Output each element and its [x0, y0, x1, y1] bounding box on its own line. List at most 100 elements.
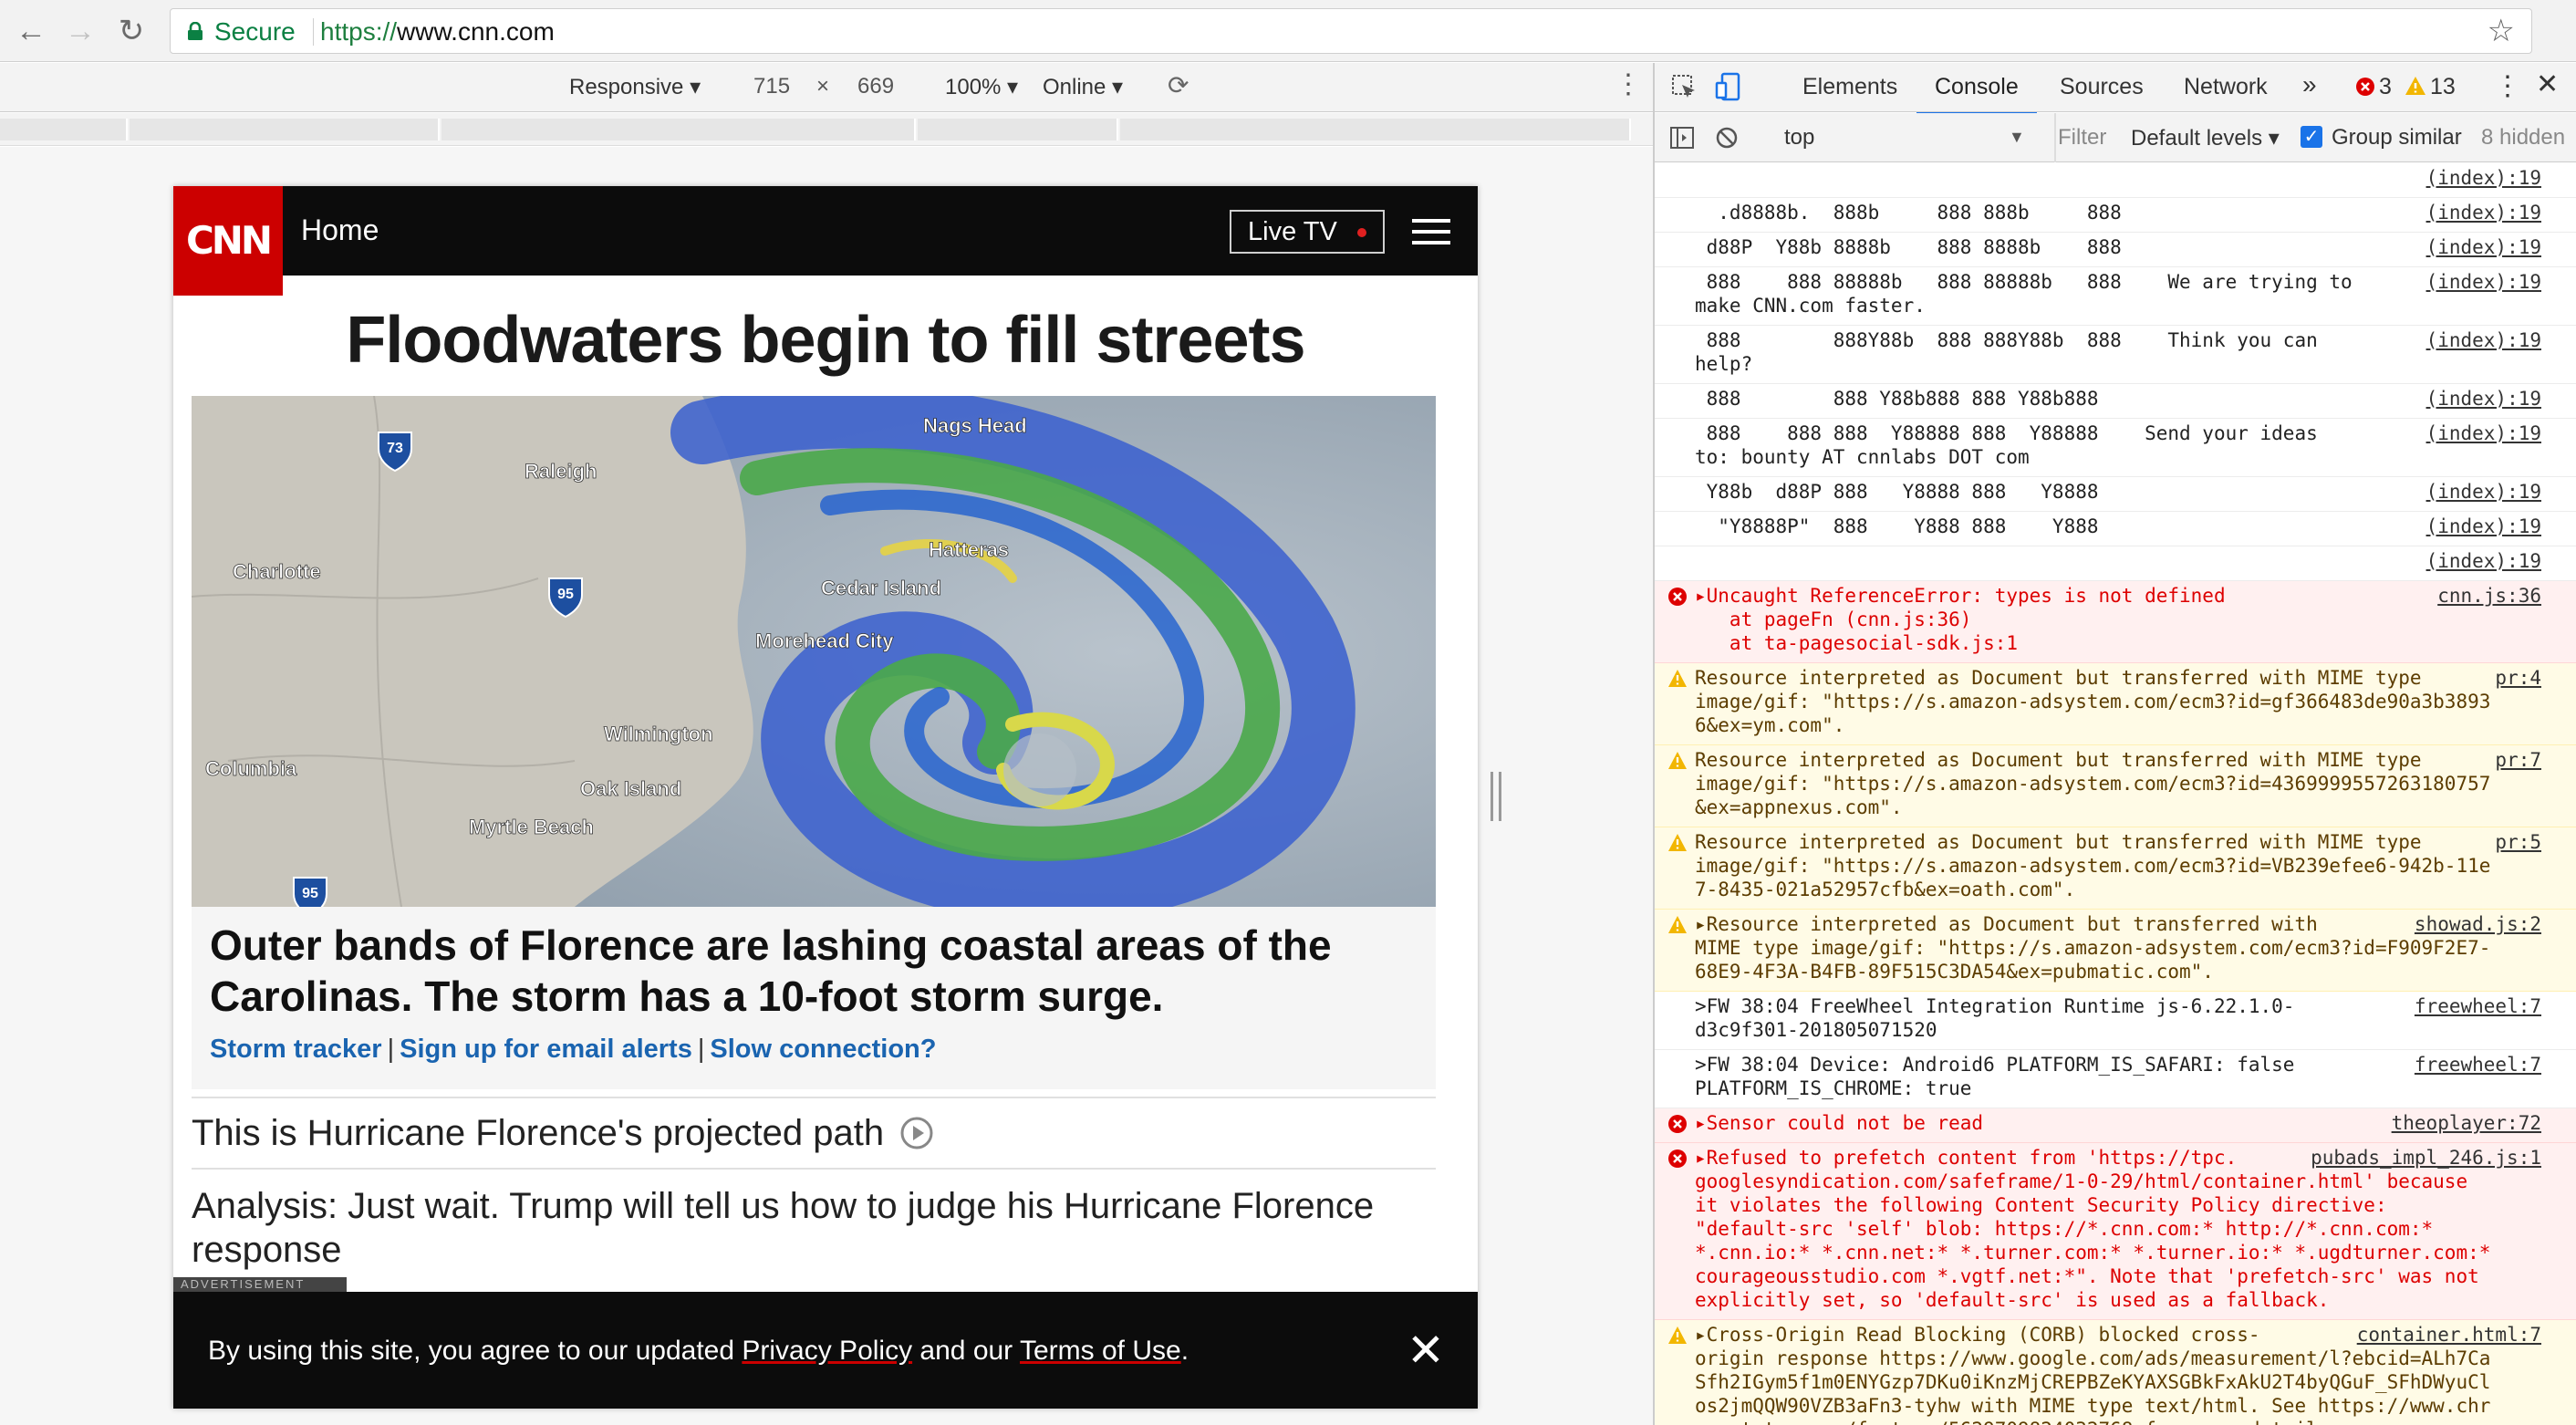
console-message[interactable]: Resource interpreted as Document but tra… [1655, 827, 2576, 910]
console-message[interactable]: d88P Y88b 8888b 888 8888b 888 (index):19 [1655, 233, 2576, 267]
reload-icon[interactable]: ↻ [111, 11, 151, 51]
console-message[interactable]: 888 888 Y88b888 888 Y88b888 (index):19 [1655, 384, 2576, 419]
map-label: Hatteras [929, 538, 1009, 561]
warning-count[interactable]: 13 [2430, 74, 2456, 100]
close-devtools-icon[interactable]: ✕ [2536, 68, 2559, 100]
console-message[interactable]: 888 888 88888b 888 88888b 888 We are try… [1655, 267, 2576, 326]
console-source-link[interactable]: (index):19 [2426, 515, 2541, 538]
console-message[interactable]: ▸Uncaught ReferenceError: types is not d… [1655, 581, 2576, 663]
console-source-link[interactable]: pr:4 [2495, 666, 2541, 690]
console-source-link[interactable]: cnn.js:36 [2437, 584, 2541, 608]
back-arrow-icon[interactable]: ← [11, 11, 51, 51]
console-message[interactable]: (index):19 [1655, 163, 2576, 198]
page-headline[interactable]: Floodwaters begin to fill streets [173, 303, 1478, 378]
console-message[interactable]: "Y8888P" 888 Y888 888 Y888 (index):19 [1655, 512, 2576, 546]
console-source-link[interactable]: container.html:7 [2357, 1323, 2541, 1347]
more-tabs-icon[interactable]: » [2302, 70, 2317, 99]
story-item[interactable]: Analysis: Just wait. Trump will tell us … [192, 1168, 1436, 1277]
console-source-link[interactable]: (index):19 [2426, 387, 2541, 411]
privacy-policy-link[interactable]: Privacy Policy [742, 1336, 912, 1366]
console-message-text: ▸Refused to prefetch content from 'https… [1695, 1147, 2491, 1311]
link-separator: | [387, 1035, 395, 1064]
hero-caption[interactable]: Outer bands of Florence are lashing coas… [210, 920, 1414, 1022]
rotate-icon[interactable]: ⟳ [1168, 70, 1189, 100]
console-source-link[interactable]: freewheel:7 [2415, 1053, 2541, 1077]
address-bar[interactable]: Secure https://www.cnn.com ☆ [170, 8, 2532, 54]
close-icon[interactable]: ✕ [1407, 1327, 1445, 1373]
console-source-link[interactable]: showad.js:2 [2415, 912, 2541, 936]
story-item[interactable]: This is Hurricane Florence's projected p… [192, 1097, 1436, 1168]
ruler-segment[interactable] [1120, 119, 1631, 140]
map-label: Cedar Island [821, 577, 941, 599]
tab-sources[interactable]: Sources [2060, 74, 2144, 100]
console-source-link[interactable]: pubads_impl_246.js:1 [2311, 1146, 2541, 1170]
device-select[interactable]: Responsive ▾ [569, 74, 701, 100]
console-source-link[interactable]: (index):19 [2426, 201, 2541, 224]
filter-input[interactable]: Filter [2058, 125, 2106, 151]
slow-connection-link[interactable]: Slow connection? [710, 1035, 936, 1064]
ruler-segment[interactable] [441, 119, 916, 140]
email-alerts-link[interactable]: Sign up for email alerts [400, 1035, 692, 1064]
media-query-ruler[interactable] [0, 113, 1653, 146]
storm-tracker-link[interactable]: Storm tracker [210, 1035, 382, 1064]
context-select[interactable]: top [1784, 125, 1814, 151]
ruler-segment[interactable] [0, 119, 128, 140]
console-source-link[interactable]: freewheel:7 [2415, 994, 2541, 1018]
console-source-link[interactable]: (index):19 [2426, 328, 2541, 352]
hidden-count: 8 hidden [2481, 125, 2566, 150]
devtools-menu-icon[interactable]: ⋮ [2494, 70, 2521, 102]
sidebar-toggle-icon[interactable] [1669, 126, 1695, 150]
zoom-select[interactable]: 100% ▾ [945, 74, 1018, 100]
live-tv-button[interactable]: Live TV [1230, 210, 1385, 254]
viewport-resize-handle[interactable] [1491, 772, 1501, 821]
console-message[interactable]: Y88b d88P 888 Y8888 888 Y8888 (index):19 [1655, 477, 2576, 512]
console-source-link[interactable]: (index):19 [2426, 270, 2541, 294]
console-source-link[interactable]: (index):19 [2426, 421, 2541, 445]
console-message[interactable]: ▸Resource interpreted as Document but tr… [1655, 910, 2576, 992]
device-toggle-icon[interactable] [1715, 72, 1742, 101]
url-text[interactable]: https://www.cnn.com [320, 17, 555, 47]
console-message[interactable]: >FW 38:04 Device: Android6 PLATFORM_IS_S… [1655, 1050, 2576, 1108]
console-source-link[interactable]: (index):19 [2426, 549, 2541, 573]
tab-console[interactable]: Console [1916, 74, 2037, 115]
error-count[interactable]: 3 [2379, 74, 2392, 100]
console-message[interactable]: (index):19 [1655, 546, 2576, 581]
forward-arrow-icon[interactable]: → [60, 11, 100, 51]
height-input[interactable]: 669 [857, 74, 894, 99]
width-input[interactable]: 715 [753, 74, 790, 99]
console-message[interactable]: 888 888Y88b 888 888Y88b 888 Think you ca… [1655, 326, 2576, 384]
group-similar-checkbox[interactable]: ✓ [2301, 126, 2322, 148]
hamburger-menu-icon[interactable] [1412, 219, 1450, 244]
clear-console-icon[interactable] [1715, 126, 1739, 150]
console-source-link[interactable]: pr:5 [2495, 830, 2541, 854]
warning-icon [1668, 916, 1687, 933]
tab-network[interactable]: Network [2184, 74, 2268, 100]
context-dropdown-icon[interactable]: ▼ [2009, 128, 2025, 147]
console-message[interactable]: Resource interpreted as Document but tra… [1655, 663, 2576, 745]
hurricane-radar-image[interactable]: Nags Head Raleigh Charlotte Hatteras Ced… [192, 396, 1436, 907]
console-message[interactable]: ▸Sensor could not be read theoplayer:72 [1655, 1108, 2576, 1143]
console-source-link[interactable]: theoplayer:72 [2392, 1111, 2541, 1135]
console-message[interactable]: Resource interpreted as Document but tra… [1655, 745, 2576, 827]
console-source-link[interactable]: (index):19 [2426, 480, 2541, 504]
inspect-element-icon[interactable] [1671, 74, 1698, 101]
terms-of-use-link[interactable]: Terms of Use [1020, 1336, 1181, 1366]
bookmark-star-icon[interactable]: ☆ [2488, 13, 2515, 49]
network-throttle-select[interactable]: Online ▾ [1043, 74, 1123, 100]
ruler-segment[interactable] [918, 119, 1118, 140]
more-options-icon[interactable]: ⋮ [1615, 68, 1642, 100]
radar-map: Nags Head Raleigh Charlotte Hatteras Ced… [192, 396, 1436, 907]
console-message[interactable]: .d8888b. 888b 888 888b 888 (index):19 [1655, 198, 2576, 233]
console-message[interactable]: 888 888 888 Y88888 888 Y88888 Send your … [1655, 419, 2576, 477]
log-levels-select[interactable]: Default levels ▾ [2131, 125, 2280, 151]
console-source-link[interactable]: (index):19 [2426, 235, 2541, 259]
console-message[interactable]: ▸Cross-Origin Read Blocking (CORB) block… [1655, 1320, 2576, 1425]
console-message[interactable]: >FW 38:04 FreeWheel Integration Runtime … [1655, 992, 2576, 1050]
console-source-link[interactable]: pr:7 [2495, 748, 2541, 772]
console-message[interactable]: ▸Refused to prefetch content from 'https… [1655, 1143, 2576, 1320]
nav-home[interactable]: Home [301, 213, 379, 247]
ruler-segment[interactable] [130, 119, 440, 140]
cnn-logo[interactable]: CNN [173, 186, 283, 296]
tab-elements[interactable]: Elements [1802, 74, 1897, 100]
console-source-link[interactable]: (index):19 [2426, 166, 2541, 190]
